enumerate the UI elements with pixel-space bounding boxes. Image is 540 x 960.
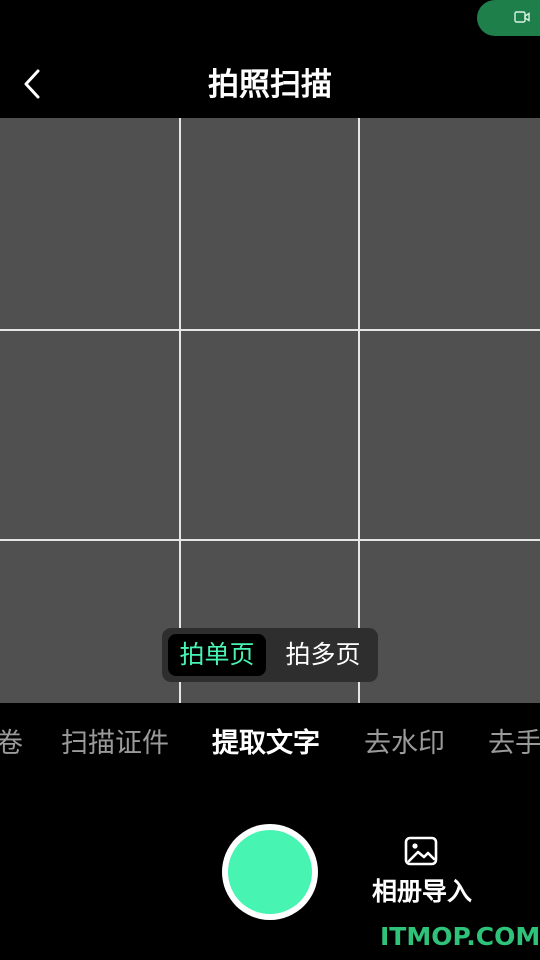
grid-line-vertical — [358, 118, 360, 703]
page-title: 拍照扫描 — [208, 67, 332, 103]
shutter-inner — [228, 830, 312, 914]
tab-remove-watermark[interactable]: 去水印 — [364, 722, 445, 766]
tab-partial-left[interactable]: 卷 — [0, 722, 23, 766]
mode-multi-page[interactable]: 拍多页 — [274, 634, 372, 676]
mode-single-page[interactable]: 拍单页 — [168, 634, 266, 676]
function-tab-strip[interactable]: 卷 扫描证件 提取文字 去水印 去手 — [0, 718, 540, 770]
capture-mode-toggle: 拍单页 拍多页 — [162, 628, 378, 682]
screen-record-indicator[interactable] — [477, 0, 540, 36]
camera-viewfinder[interactable]: 拍单页 拍多页 — [0, 118, 540, 703]
site-watermark: ITMOP.COM — [380, 922, 540, 951]
tab-scan-id[interactable]: 扫描证件 — [61, 722, 169, 766]
top-bar: 拍照扫描 — [0, 52, 540, 118]
shutter-button[interactable] — [222, 824, 318, 920]
grid-line-horizontal — [0, 329, 540, 331]
tab-partial-right[interactable]: 去手 — [488, 722, 540, 766]
image-icon — [404, 836, 438, 866]
grid-line-horizontal — [0, 539, 540, 541]
grid-line-vertical — [179, 118, 181, 703]
album-import-button[interactable]: 相册导入 — [366, 834, 478, 914]
album-import-label: 相册导入 — [371, 877, 472, 906]
tab-extract-text[interactable]: 提取文字 — [212, 722, 320, 766]
video-camera-icon — [514, 11, 530, 23]
